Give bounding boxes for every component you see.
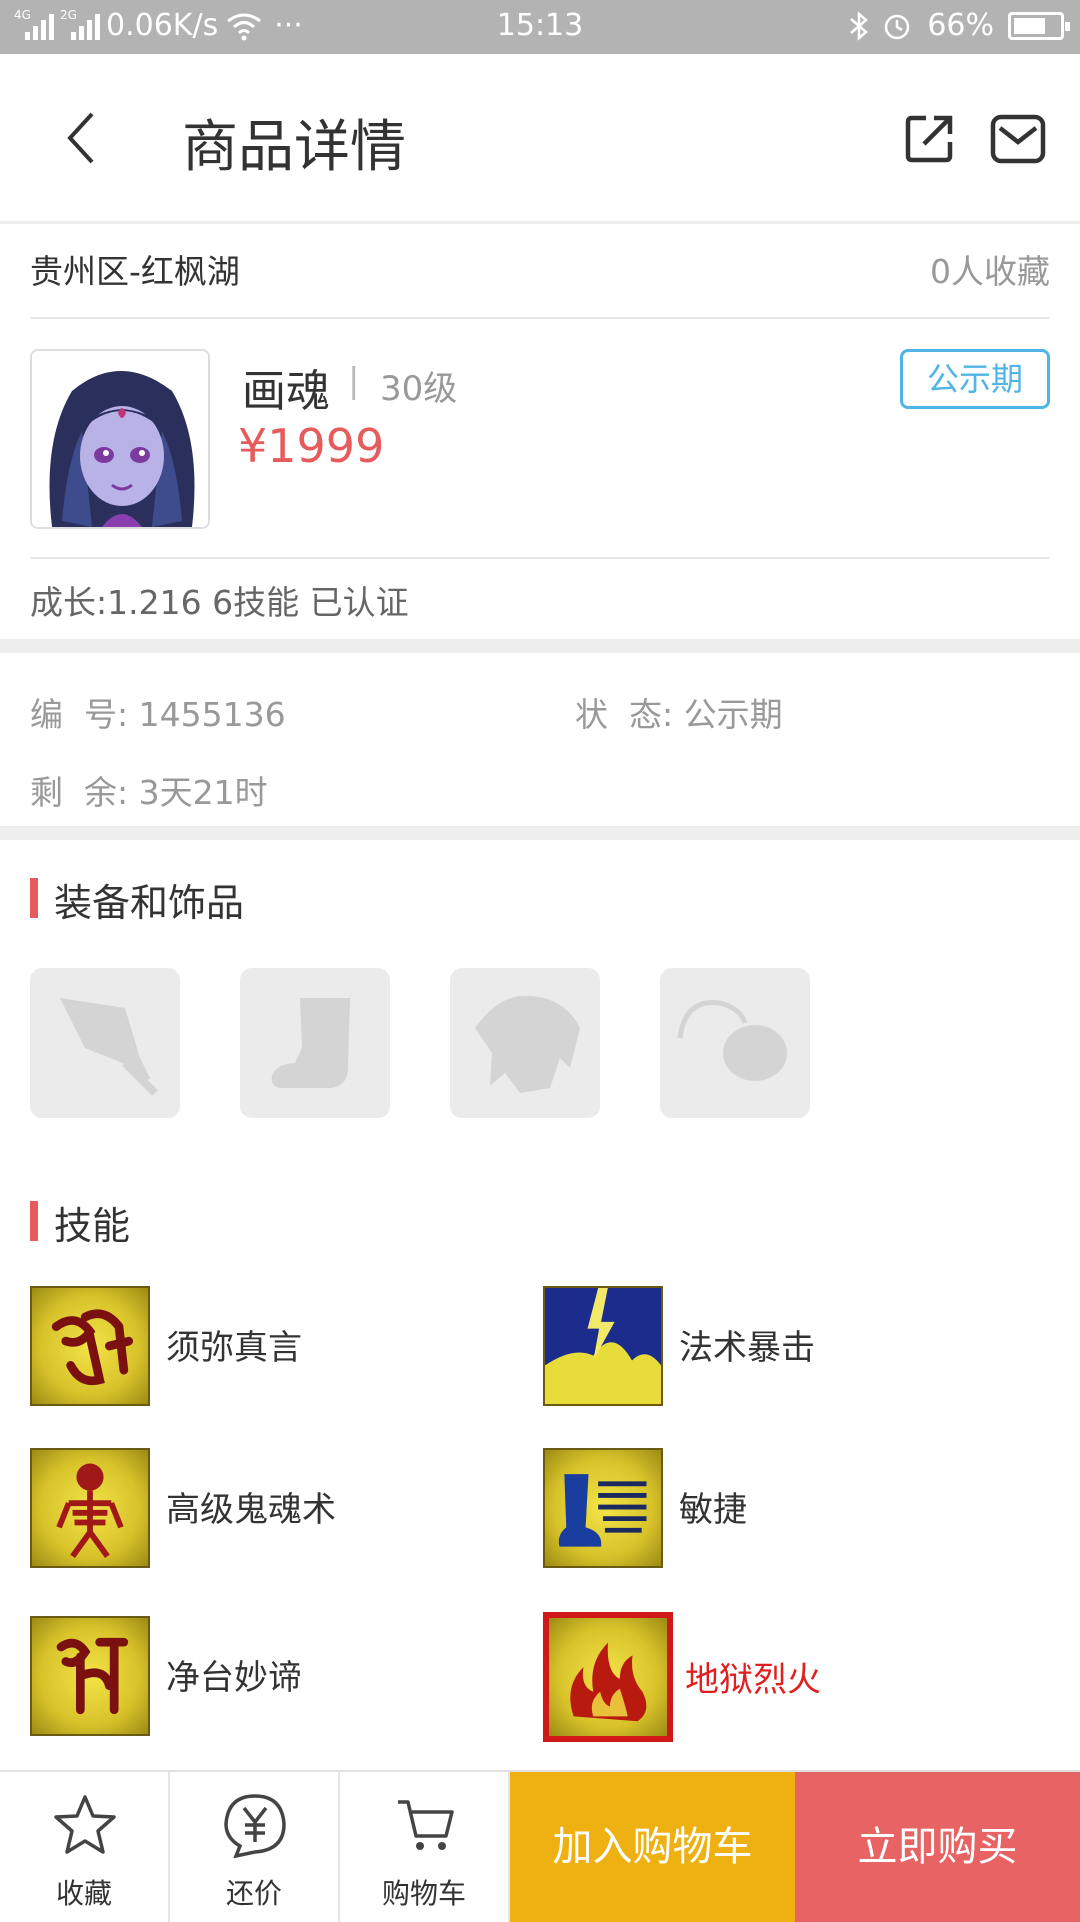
- nav-bar: 商品详情: [0, 54, 1080, 224]
- skill-name: 法术暴击: [679, 1328, 815, 1368]
- bargain-label: 还价: [225, 1877, 282, 1910]
- cart-icon: [398, 1800, 454, 1850]
- server-row: 贵州区-红枫湖 0人收藏: [30, 227, 1050, 319]
- accessory-slot[interactable]: [660, 968, 810, 1118]
- server-location: 贵州区-红枫湖: [30, 252, 240, 291]
- star-icon: [54, 1795, 116, 1854]
- item-status-row: 状 态: 公示期: [575, 688, 783, 736]
- boot-speed-icon: [543, 1448, 663, 1568]
- buy-now-button[interactable]: 立即购买: [795, 1772, 1080, 1922]
- skeleton-icon: [30, 1448, 150, 1568]
- bottom-action-bar: 收藏 还价 购物车 加入购物车 立即购买: [0, 1770, 1080, 1922]
- skill-name: 须弥真言: [166, 1328, 302, 1368]
- battery-icon: [1008, 11, 1070, 40]
- cart-button[interactable]: 购物车: [340, 1772, 510, 1922]
- section-divider: [0, 639, 1080, 653]
- status-badge: 公示期: [900, 349, 1050, 409]
- remaining-time-row: 剩 余: 3天21时: [30, 766, 268, 814]
- mail-icon[interactable]: [990, 114, 1046, 164]
- lightning-icon: [543, 1286, 663, 1406]
- armor-slot[interactable]: [450, 968, 600, 1118]
- character-name: 画魂: [242, 366, 330, 417]
- bluetooth-icon: [850, 10, 869, 41]
- share-icon[interactable]: [904, 112, 956, 164]
- product-summary: 画魂 | 30级 ¥1999 公示期: [30, 321, 1050, 559]
- remaining-time-value: 3天21时: [138, 773, 268, 812]
- equipment-section-title: 装备和饰品: [30, 872, 244, 927]
- growth-summary: 成长:1.216 6技能 已认证: [30, 583, 409, 622]
- skills-section-title: 技能: [30, 1195, 130, 1250]
- fire-icon: [543, 1612, 673, 1742]
- skill-name-highlighted: 地狱烈火: [685, 1660, 821, 1700]
- weapon-icon: [60, 998, 158, 1096]
- item-id-row: 编 号: 1455136: [30, 688, 286, 736]
- accessory-icon: [677, 999, 787, 1081]
- character-level: 30级: [380, 369, 458, 409]
- cart-label: 购物车: [381, 1877, 466, 1910]
- item-id-value: 1455136: [138, 695, 286, 734]
- character-avatar: [30, 349, 210, 529]
- back-icon[interactable]: [62, 110, 102, 166]
- yen-bubble-icon: [224, 1794, 286, 1858]
- alarm-icon: [885, 14, 910, 39]
- item-status-label: 状 态:: [575, 695, 674, 734]
- sanskrit-icon: [30, 1616, 150, 1736]
- remaining-time-label: 剩 余:: [30, 773, 129, 812]
- battery-percent: 66%: [927, 8, 994, 43]
- sanskrit-icon: [30, 1286, 150, 1406]
- skill-name: 敏捷: [679, 1490, 747, 1530]
- clock: 15:13: [496, 8, 584, 43]
- price: ¥1999: [238, 419, 385, 473]
- status-bar: 4G 2G 0.06K/s ··· 15:13 66%: [0, 0, 1080, 54]
- skill-name: 净台妙谛: [166, 1658, 302, 1698]
- favorite-count: 0人收藏: [930, 252, 1050, 291]
- item-id-label: 编 号:: [30, 695, 129, 734]
- boots-slot[interactable]: [240, 968, 390, 1118]
- weapon-slot[interactable]: [30, 968, 180, 1118]
- add-to-cart-button[interactable]: 加入购物车: [510, 1772, 795, 1922]
- skill-name: 高级鬼魂术: [166, 1490, 336, 1530]
- name-separator: |: [348, 361, 360, 401]
- armor-icon: [475, 995, 580, 1093]
- boots-icon: [271, 998, 350, 1088]
- page-title: 商品详情: [182, 115, 406, 180]
- section-divider: [0, 826, 1080, 840]
- favorite-label: 收藏: [55, 1877, 112, 1910]
- favorite-button[interactable]: 收藏: [0, 1772, 170, 1922]
- item-status-value: 公示期: [683, 695, 783, 734]
- bargain-button[interactable]: 还价: [170, 1772, 340, 1922]
